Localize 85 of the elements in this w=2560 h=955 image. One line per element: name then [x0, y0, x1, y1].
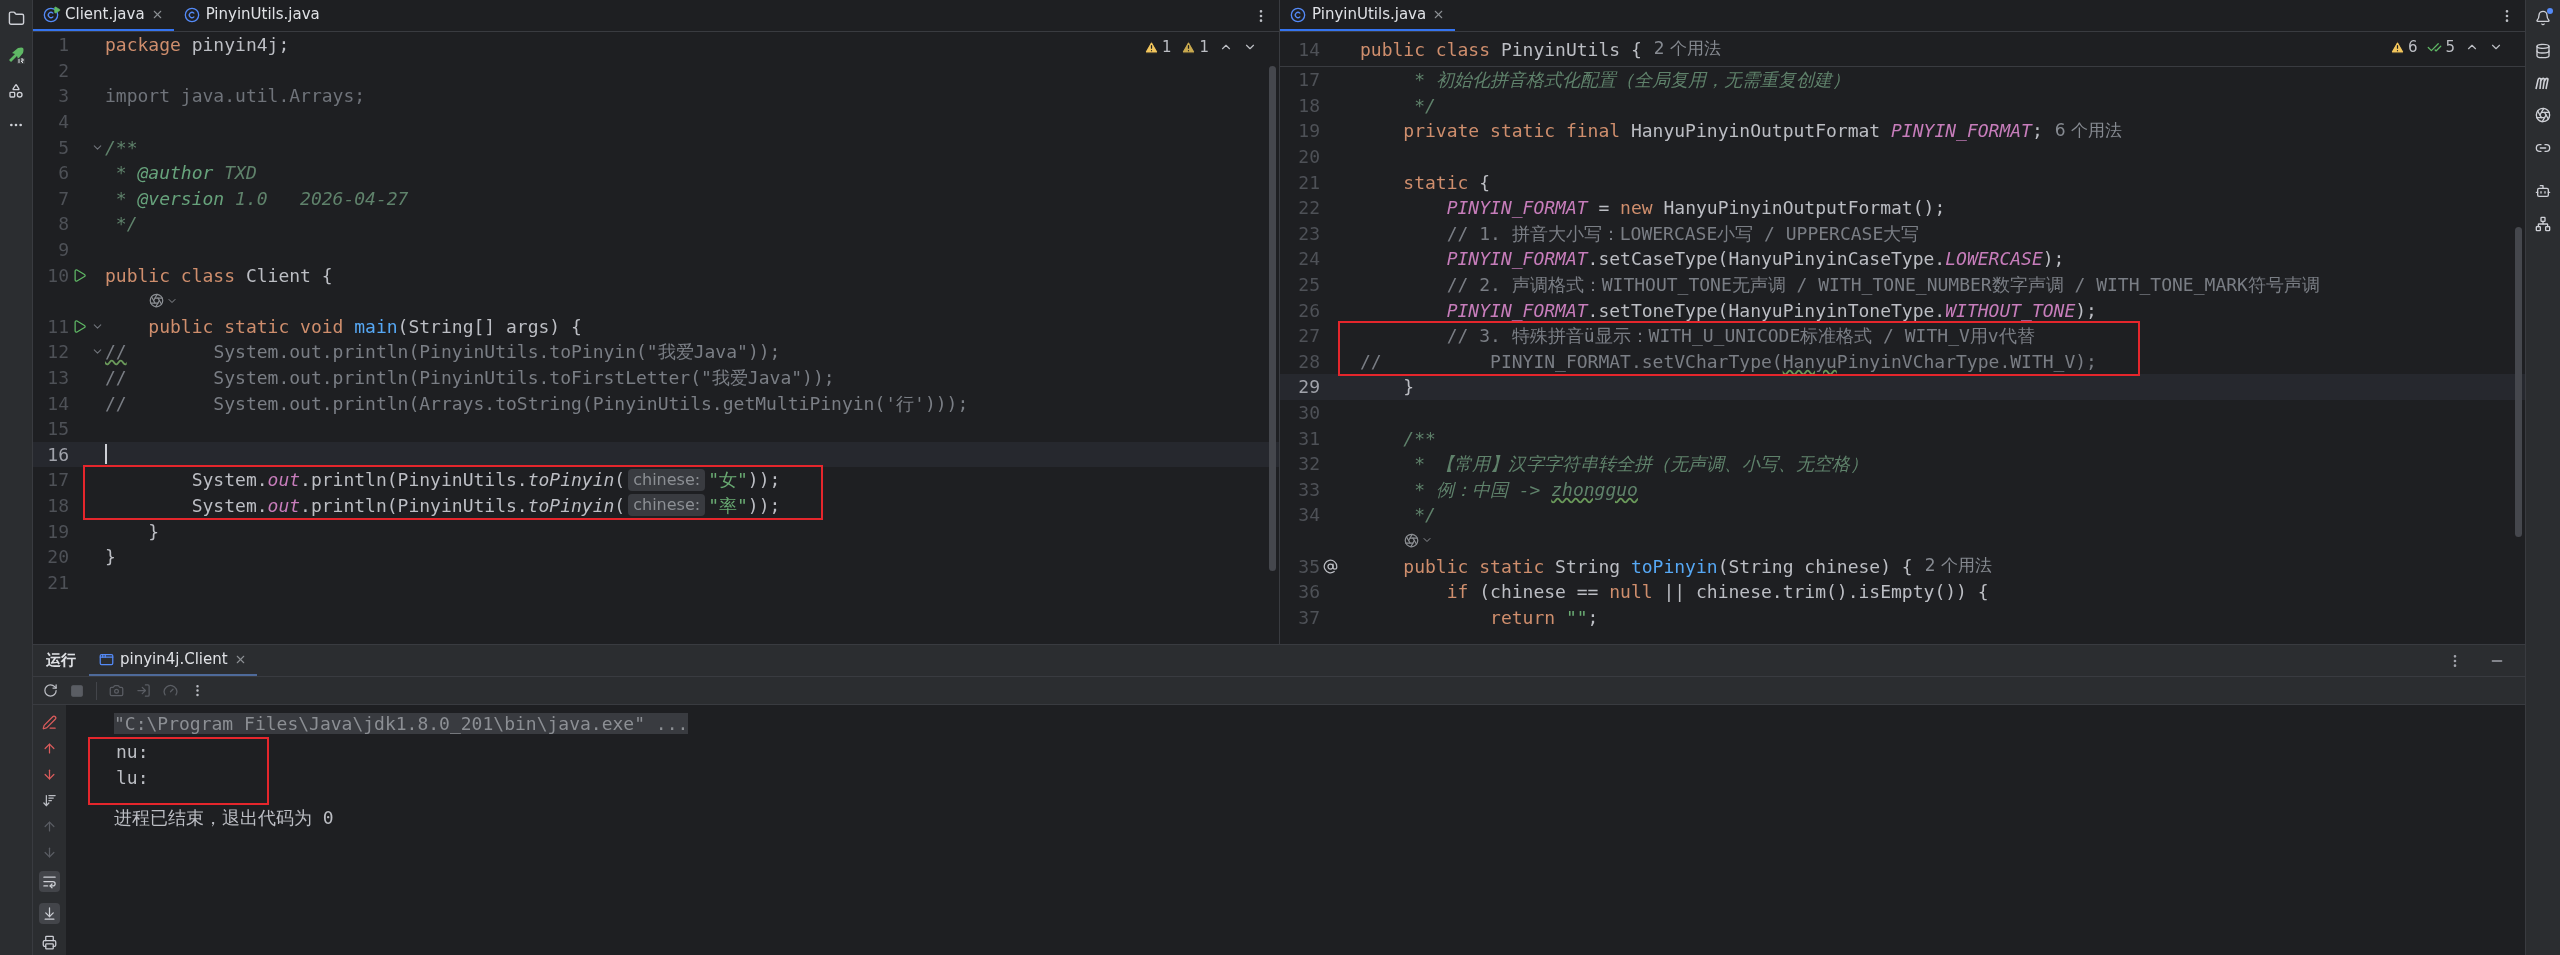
code-text: * @author TXD [114, 161, 257, 186]
code-text: /** [105, 135, 138, 160]
code-text: package pinyin4j; [105, 33, 290, 58]
code-text: } [1402, 375, 1415, 400]
code-text: * 例：中国 -> zhongguo [1413, 477, 1638, 502]
code-text: import java.util.Arrays; [105, 84, 366, 109]
code-text: public static String toPinyin(String chinese) { [1402, 554, 1913, 579]
code-text: // 3. 特殊拼音ü显示：WITH_U_UNICODE标准格式 / WITH_V用v代替 [1445, 324, 2035, 349]
override-icon[interactable] [1322, 558, 1338, 574]
code-text: * @version 1.0 2026-04-27 [114, 186, 409, 211]
code-text: public static void main(String[] args) { [147, 314, 582, 339]
class-icon [1290, 6, 1306, 23]
code-text: PINYIN_FORMAT.setCaseType(HanyuPinyinCaseType.LOWERCASE); [1445, 247, 2065, 272]
inspection-counter[interactable]: 5 [2427, 36, 2455, 59]
code-text: System.out.println(PinyinUtils.toPinyin( [190, 468, 626, 493]
code-text: if (chinese == null || chinese.trim().isEmpty()) { [1445, 580, 1989, 605]
aperture-icon[interactable] [1404, 533, 1419, 548]
code-text: * 初始化拼音格式化配置（全局复用，无需重复创建） [1413, 68, 1850, 93]
wrap-button[interactable] [39, 871, 60, 892]
code-text: // System.out.println(PinyinUtils.toFirstLetter("我爱Java")); [105, 366, 835, 390]
wrap-icon [42, 874, 57, 889]
line-number: 16 [47, 443, 69, 465]
code-text: // PINYIN_FORMAT.setVCharType(HanyuPinyinVCharType.WITH_V); [1360, 349, 2097, 374]
code-text: // System.out.println(Arrays.toString(PinyinUtils.getMultiPinyin('行'))); [105, 391, 969, 416]
console-line: 进程已结束，退出代码为 0 [114, 807, 334, 828]
sort-icon[interactable] [42, 793, 57, 808]
scroll-end-button[interactable] [39, 903, 60, 924]
line-number: 29 [1298, 376, 1320, 398]
code-text: PINYIN_FORMAT = new HanyuPinyinOutputFormat(); [1445, 196, 1946, 221]
database-icon[interactable] [2535, 43, 2551, 59]
parameter-hint: chinese: [628, 468, 706, 491]
inspection-counter[interactable]: 6 [2389, 36, 2418, 59]
print-icon[interactable] [42, 935, 57, 950]
code-text: */ [1413, 93, 1436, 118]
scrollbar-thumb[interactable] [2515, 227, 2522, 537]
code-text: } [147, 519, 160, 544]
scrollbar-thumb[interactable] [1269, 66, 1276, 571]
parameter-hint: chinese: [628, 494, 706, 517]
arches-icon[interactable] [2535, 76, 2551, 90]
code-text: // System.out.println(PinyinUtils.toPinyin("我爱Java")); [105, 340, 781, 365]
code-text: public class Client { [105, 263, 333, 288]
code-text: "率")); [708, 494, 781, 518]
arrow-down-icon[interactable] [42, 767, 57, 782]
diagram-icon[interactable] [2535, 216, 2551, 232]
usage-hint[interactable]: 2 个用法 [1653, 36, 1721, 62]
bot-icon[interactable] [2535, 183, 2551, 199]
usage-hint[interactable]: 2 个用法 [1924, 553, 1992, 579]
code-text: return ""; [1489, 605, 1599, 630]
code-text: public class PinyinUtils { [1360, 37, 1642, 62]
window-icon [99, 652, 114, 667]
class-icon [183, 6, 200, 23]
bell-icon[interactable] [2535, 10, 2551, 26]
editor-tab[interactable]: PinyinUtils.java [173, 0, 330, 31]
aperture-icon[interactable] [2535, 107, 2551, 123]
code-text: System.out.println(PinyinUtils.toPinyin( [190, 494, 626, 518]
run-icon[interactable] [71, 318, 87, 334]
warning-icon [1181, 39, 1197, 55]
editor-tab[interactable]: Client.java [33, 0, 174, 31]
code-text: PINYIN_FORMAT.setToneType(HanyuPinyinToneType.WITHOUT_TONE); [1445, 298, 2097, 323]
warning-icon [1143, 39, 1159, 55]
code-text: */ [114, 212, 138, 237]
code-text: */ [1413, 503, 1436, 528]
inspection-counter[interactable]: 1 [1181, 36, 1209, 59]
code-text: private static final HanyuPinyinOutputFormat PINYIN_FORMAT; [1402, 119, 2043, 144]
run-icon[interactable] [71, 267, 87, 283]
runnable-class-icon [43, 6, 59, 23]
code-text: } [105, 545, 116, 570]
code-text: * 【常用】汉字字符串转全拼（无声调、小写、无空格） [1413, 452, 1868, 477]
code-text: "女")); [708, 468, 781, 493]
console-line: nu: [116, 741, 149, 762]
panel-title: 运行 [45, 650, 77, 672]
warning-icon [2389, 39, 2405, 55]
code-text: static { [1402, 170, 1491, 195]
folder-icon[interactable] [7, 10, 25, 27]
structure-icon[interactable] [8, 83, 24, 99]
code-text: // 2. 声调格式：WITHOUT_TONE无声调 / WITH_TONE_NUMBER数字声调 / WITH_TONE_MARK符号声调 [1445, 273, 2320, 298]
rerun-icon[interactable] [43, 683, 58, 698]
code-text: // 1. 拼音大小写：LOWERCASE小写 / UPPERCASE大写 [1445, 221, 1920, 246]
code-text: /** [1402, 426, 1436, 451]
clear-icon[interactable] [42, 715, 57, 730]
inspection-counter[interactable]: 1 [1143, 36, 1172, 59]
console-line: lu: [116, 767, 149, 788]
usage-hint[interactable]: 6 个用法 [2054, 118, 2122, 144]
aperture-icon[interactable] [149, 293, 164, 309]
scroll-end-icon [42, 906, 57, 921]
